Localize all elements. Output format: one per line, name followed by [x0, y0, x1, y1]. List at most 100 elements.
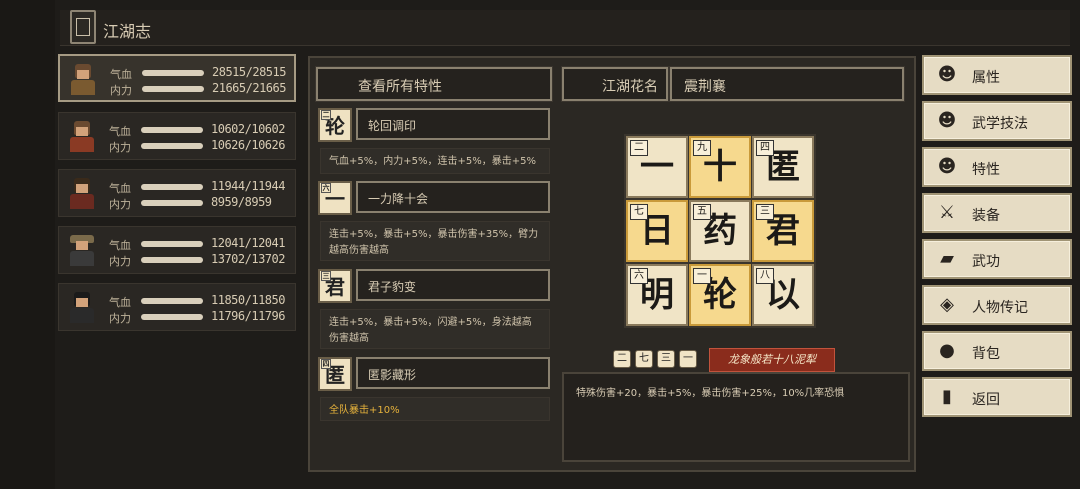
hp-value: 28515/28515	[212, 65, 286, 79]
grid-cell-number: 三	[756, 204, 774, 220]
hp-value: 11944/11944	[211, 179, 285, 193]
hp-bar	[141, 241, 203, 247]
view-all-traits-button[interactable]: 查看所有特性	[315, 66, 553, 102]
nickname-value: 震荆襄	[684, 79, 726, 95]
grid-cell[interactable]: 八以	[752, 264, 814, 326]
grid-cell[interactable]: 四匿	[752, 136, 814, 198]
nickname-value-box: 震荆襄	[669, 66, 905, 102]
menu-label: 人物传记	[972, 300, 1028, 316]
grid-cell[interactable]: 一轮	[689, 264, 751, 326]
trait-badge: 三君	[318, 269, 352, 303]
trait-description: 气血+5%，内力+5%，连击+5%，暴击+5%	[320, 148, 550, 174]
hp-value: 11850/11850	[211, 293, 285, 307]
rune-icon: 二	[613, 350, 631, 368]
mp-label: 内力	[109, 198, 131, 211]
grid-cell-number: 九	[693, 140, 711, 156]
grid-cell[interactable]: 二一	[626, 136, 688, 198]
trait-icon: ☻	[937, 156, 957, 177]
top-bar: 江湖志	[60, 10, 1070, 46]
character-row[interactable]: 气血 28515/28515 内力 21665/21665	[58, 54, 296, 102]
mp-value: 21665/21665	[212, 81, 286, 95]
trait-name-label: 轮回调印	[368, 119, 417, 133]
character-row[interactable]: 气血 11850/11850 内力 11796/11796	[58, 283, 296, 331]
combo-description: 特殊伤害+20，暴击+5%，暴击伤害+25%，10%几率恐惧	[562, 372, 910, 462]
menu-martial-skills[interactable]: ☻ 武学技法	[922, 101, 1072, 141]
character-portrait	[65, 176, 99, 210]
mp-value: 13702/13702	[211, 252, 285, 266]
mp-label: 内力	[109, 141, 131, 154]
mp-value: 8959/8959	[211, 195, 272, 209]
grid-cell-number: 二	[630, 140, 648, 156]
view-all-traits-label: 查看所有特性	[358, 79, 442, 95]
hp-label: 气血	[109, 296, 131, 309]
trait-name-label: 一力降十会	[368, 192, 429, 206]
menu-back[interactable]: ▮ 返回	[922, 377, 1072, 417]
menu-label: 装备	[972, 208, 1000, 224]
menu-equipment[interactable]: ⚔ 装备	[922, 193, 1072, 233]
menu-label: 属性	[972, 70, 1000, 86]
menu-label: 特性	[972, 162, 1000, 178]
hp-bar	[141, 184, 203, 190]
person-icon: ☻	[937, 64, 957, 85]
menu-label: 背包	[972, 346, 1000, 362]
nickname-label-box: 江湖花名	[561, 66, 669, 102]
trait-description: 连击+5%，暴击+5%，闪避+5%，身法越高伤害越高	[320, 309, 550, 349]
hp-label: 气血	[109, 239, 131, 252]
character-row[interactable]: 气血 10602/10602 内力 10626/10626	[58, 112, 296, 160]
mp-bar	[141, 200, 203, 206]
trait-badge: 四匿	[318, 357, 352, 391]
scroll-icon: ◈	[940, 294, 954, 315]
trait-description: 全队暴击+10%	[320, 397, 550, 421]
rune-icon: 七	[635, 350, 653, 368]
menu-kungfu[interactable]: ▰ 武功	[922, 239, 1072, 279]
mp-label: 内力	[109, 255, 131, 268]
trait-badge-number: 六	[321, 183, 331, 193]
hp-bar	[142, 70, 204, 76]
trait-badge: 六一	[318, 181, 352, 215]
grid-cell[interactable]: 三君	[752, 200, 814, 262]
rune-icon: 一	[679, 350, 697, 368]
hp-bar	[141, 127, 203, 133]
menu-label: 武功	[972, 254, 1000, 270]
trait-name-label: 匿影藏形	[368, 368, 417, 382]
grid-cell-number: 七	[630, 204, 648, 220]
bag-icon: ●	[939, 340, 955, 361]
grid-cell[interactable]: 九十	[689, 136, 751, 198]
grid-cell-number: 六	[630, 268, 648, 284]
door-icon: ▮	[942, 386, 952, 407]
menu-biography[interactable]: ◈ 人物传记	[922, 285, 1072, 325]
character-portrait	[66, 62, 100, 96]
hp-value: 12041/12041	[211, 236, 285, 250]
nickname-label: 江湖花名	[602, 79, 658, 95]
grid-cell-number: 四	[756, 140, 774, 156]
trait-name[interactable]: 君子豹变	[356, 269, 550, 301]
trait-badge-number: 三	[321, 271, 331, 281]
grid-cell[interactable]: 七日	[626, 200, 688, 262]
character-row[interactable]: 气血 11944/11944 内力 8959/8959	[58, 169, 296, 217]
hp-bar	[141, 298, 203, 304]
book-icon	[70, 10, 96, 44]
trait-badge-number: 四	[321, 359, 331, 369]
grid-cell[interactable]: 五药	[689, 200, 751, 262]
sword-icon: ⚔	[938, 202, 956, 223]
trait-name[interactable]: 一力降十会	[356, 181, 550, 213]
mp-bar	[142, 86, 204, 92]
grid-cell[interactable]: 六明	[626, 264, 688, 326]
mp-bar	[141, 257, 203, 263]
mp-label: 内力	[109, 312, 131, 325]
menu-label: 武学技法	[972, 116, 1028, 132]
character-portrait	[65, 233, 99, 267]
menu-inventory[interactable]: ● 背包	[922, 331, 1072, 371]
menu-traits[interactable]: ☻ 特性	[922, 147, 1072, 187]
mp-value: 11796/11796	[211, 309, 285, 323]
trait-name[interactable]: 轮回调印	[356, 108, 550, 140]
character-row[interactable]: 气血 12041/12041 内力 13702/13702	[58, 226, 296, 274]
character-portrait	[65, 290, 99, 324]
left-edge	[0, 0, 55, 489]
rune-icon: 三	[657, 350, 675, 368]
menu-attributes[interactable]: ☻ 属性	[922, 55, 1072, 95]
mp-value: 10626/10626	[211, 138, 285, 152]
trait-name[interactable]: 匿影藏形	[356, 357, 550, 389]
mp-bar	[141, 314, 203, 320]
trait-name-label: 君子豹变	[368, 280, 417, 294]
